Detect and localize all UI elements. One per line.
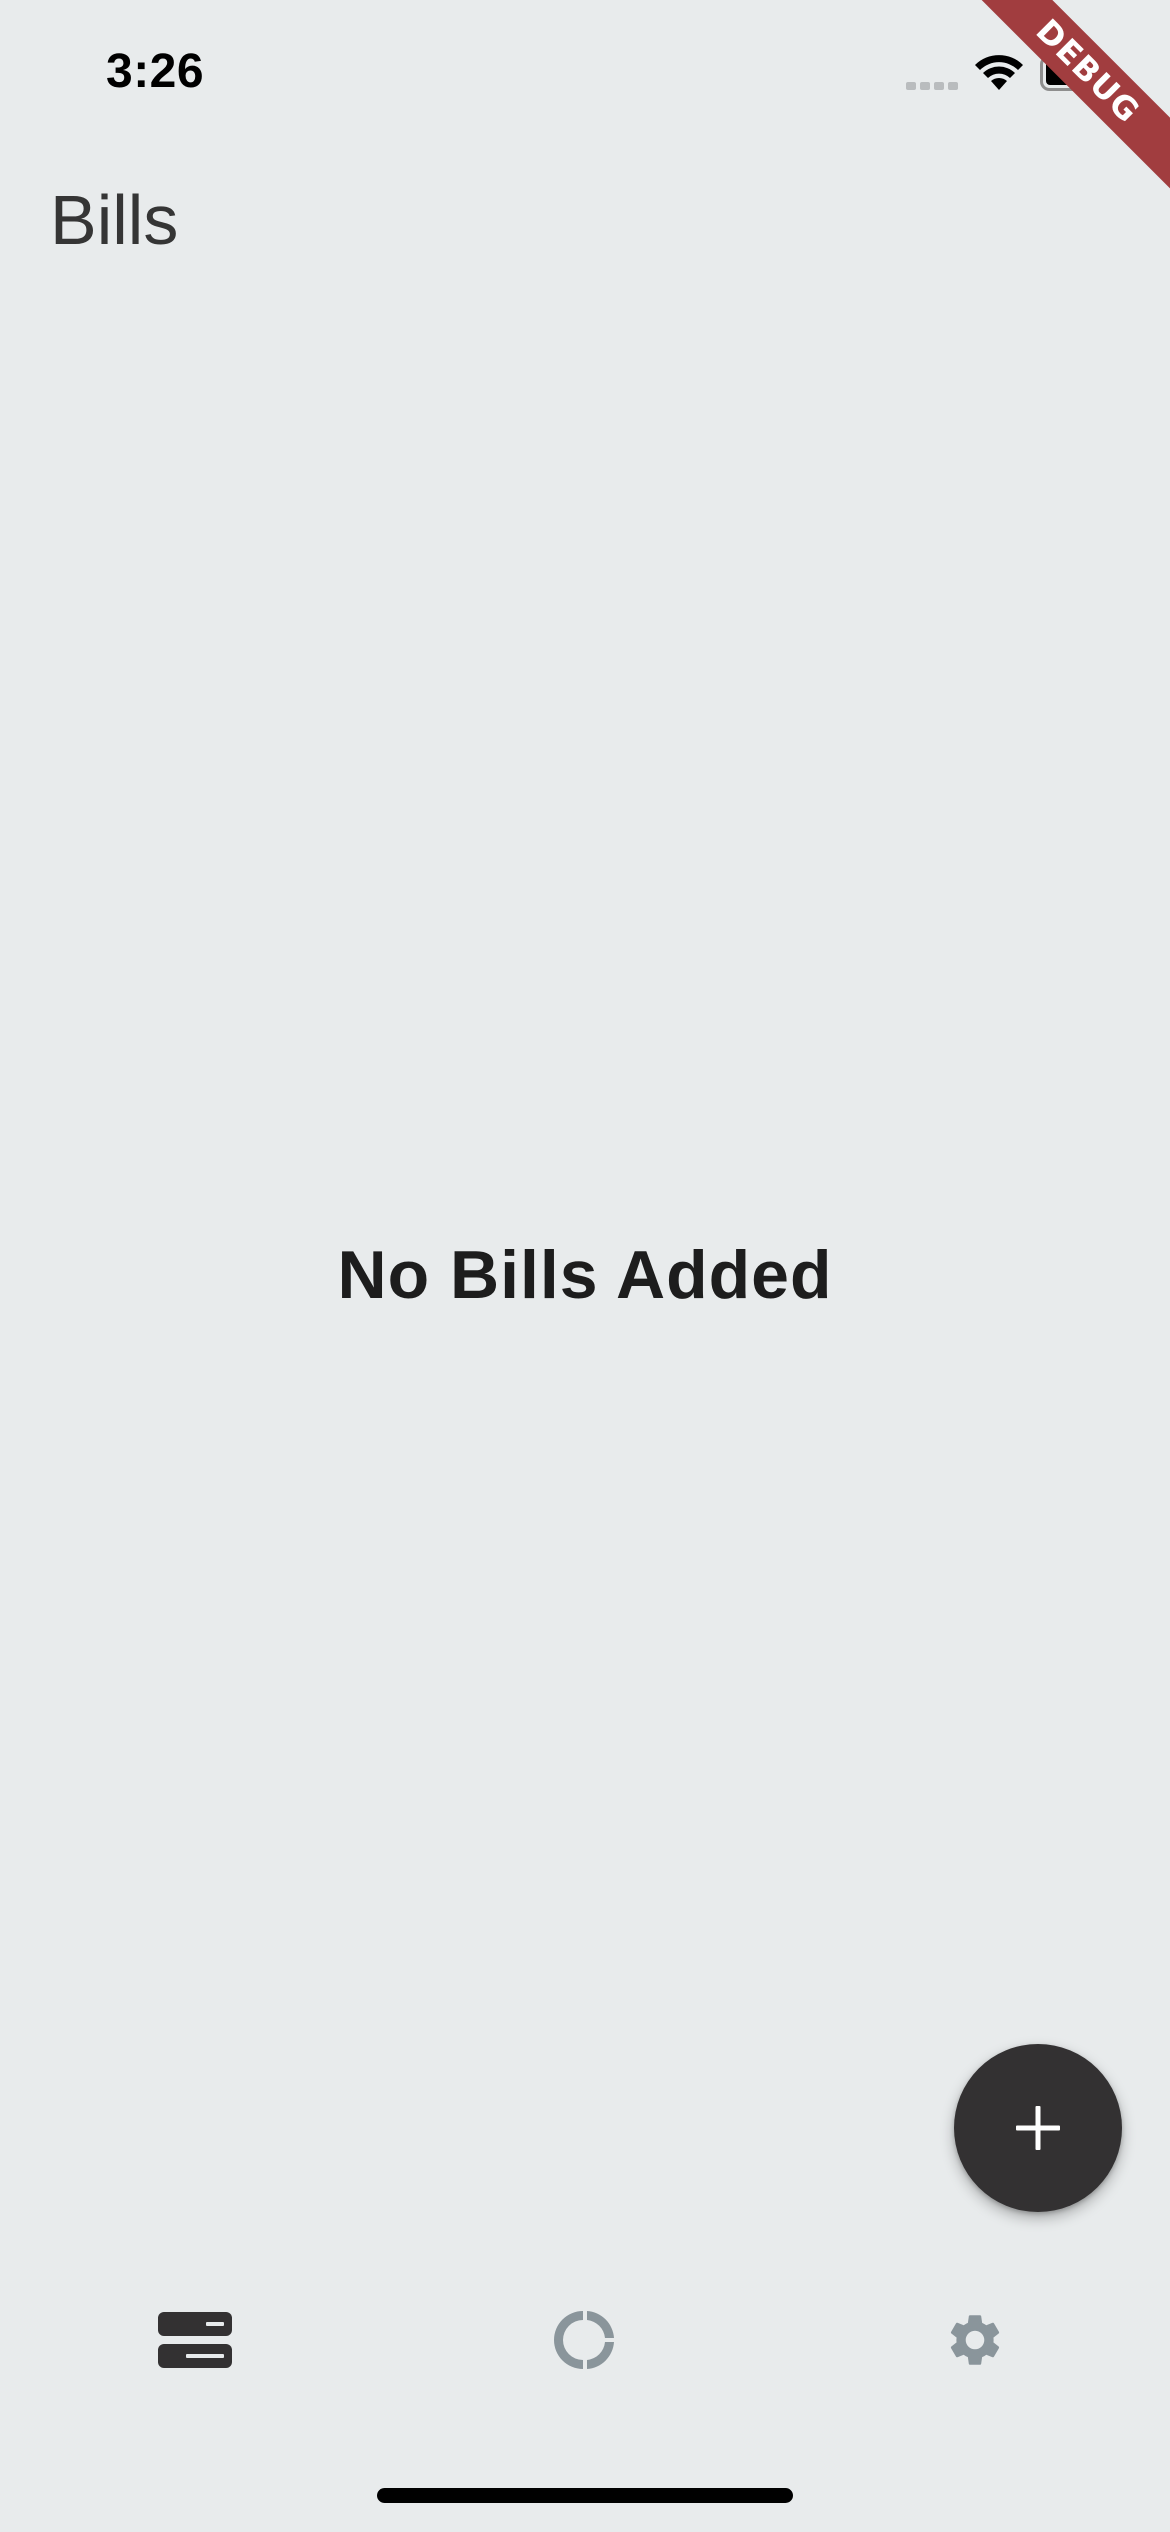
status-time: 3:26	[106, 45, 205, 98]
bottom-navigation	[0, 2280, 1170, 2400]
nav-item-stats[interactable]	[525, 2280, 645, 2400]
nav-item-bills[interactable]	[135, 2280, 255, 2400]
plus-icon	[1016, 2106, 1060, 2150]
status-bar: 3:26	[0, 0, 1170, 150]
gear-icon	[950, 2315, 1000, 2365]
home-indicator[interactable]	[377, 2488, 793, 2503]
page-title: Bills	[50, 181, 179, 259]
wifi-icon	[975, 55, 1023, 90]
battery-icon	[1040, 55, 1111, 91]
nav-item-settings[interactable]	[915, 2280, 1035, 2400]
bills-list-icon	[158, 2312, 232, 2368]
donut-chart-icon	[554, 2311, 614, 2369]
empty-state-message: No Bills Added	[337, 1237, 833, 1313]
cellular-signal-icon	[906, 82, 958, 90]
add-bill-button[interactable]	[954, 2044, 1122, 2212]
